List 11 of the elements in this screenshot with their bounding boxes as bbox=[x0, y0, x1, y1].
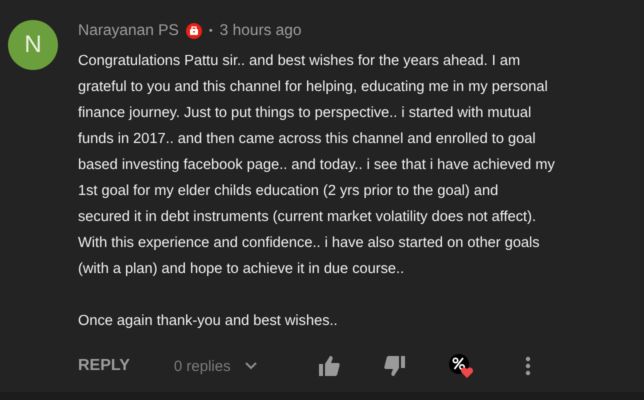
author-name[interactable]: Narayanan PS bbox=[78, 22, 179, 40]
comment-text: Congratulations Pattu sir.. and best wishes for the years ahead. I am grateful to you and this channel for helping, educating me in my personal finance journey. Just to put things to perspective.. i started with mutual funds in 2017.. and then came across this channel and enrolled to goal based investing facebook page.. and today.. i see that i have achieved my 1st goal for my elder childs education (2 yrs prior to the goal) and secured it in debt instruments (current market volatility does not affect). With this experience and confidence.. i have also started on other goals (with a plan) and hope to achieve it in due course.. bbox=[78, 52, 556, 279]
more-options-icon[interactable] bbox=[524, 356, 531, 376]
replies-count[interactable]: 0 replies bbox=[174, 358, 231, 374]
comment-text: Once again thank-you and best wishes.. bbox=[78, 312, 339, 331]
reply-button[interactable]: REPLY bbox=[78, 357, 130, 375]
separator-dot: • bbox=[208, 25, 213, 37]
thumbs-up-icon[interactable] bbox=[318, 355, 340, 377]
chevron-down-icon[interactable] bbox=[244, 362, 257, 370]
thumbs-down-icon[interactable] bbox=[384, 355, 406, 377]
timestamp: 3 hours ago bbox=[220, 22, 302, 40]
